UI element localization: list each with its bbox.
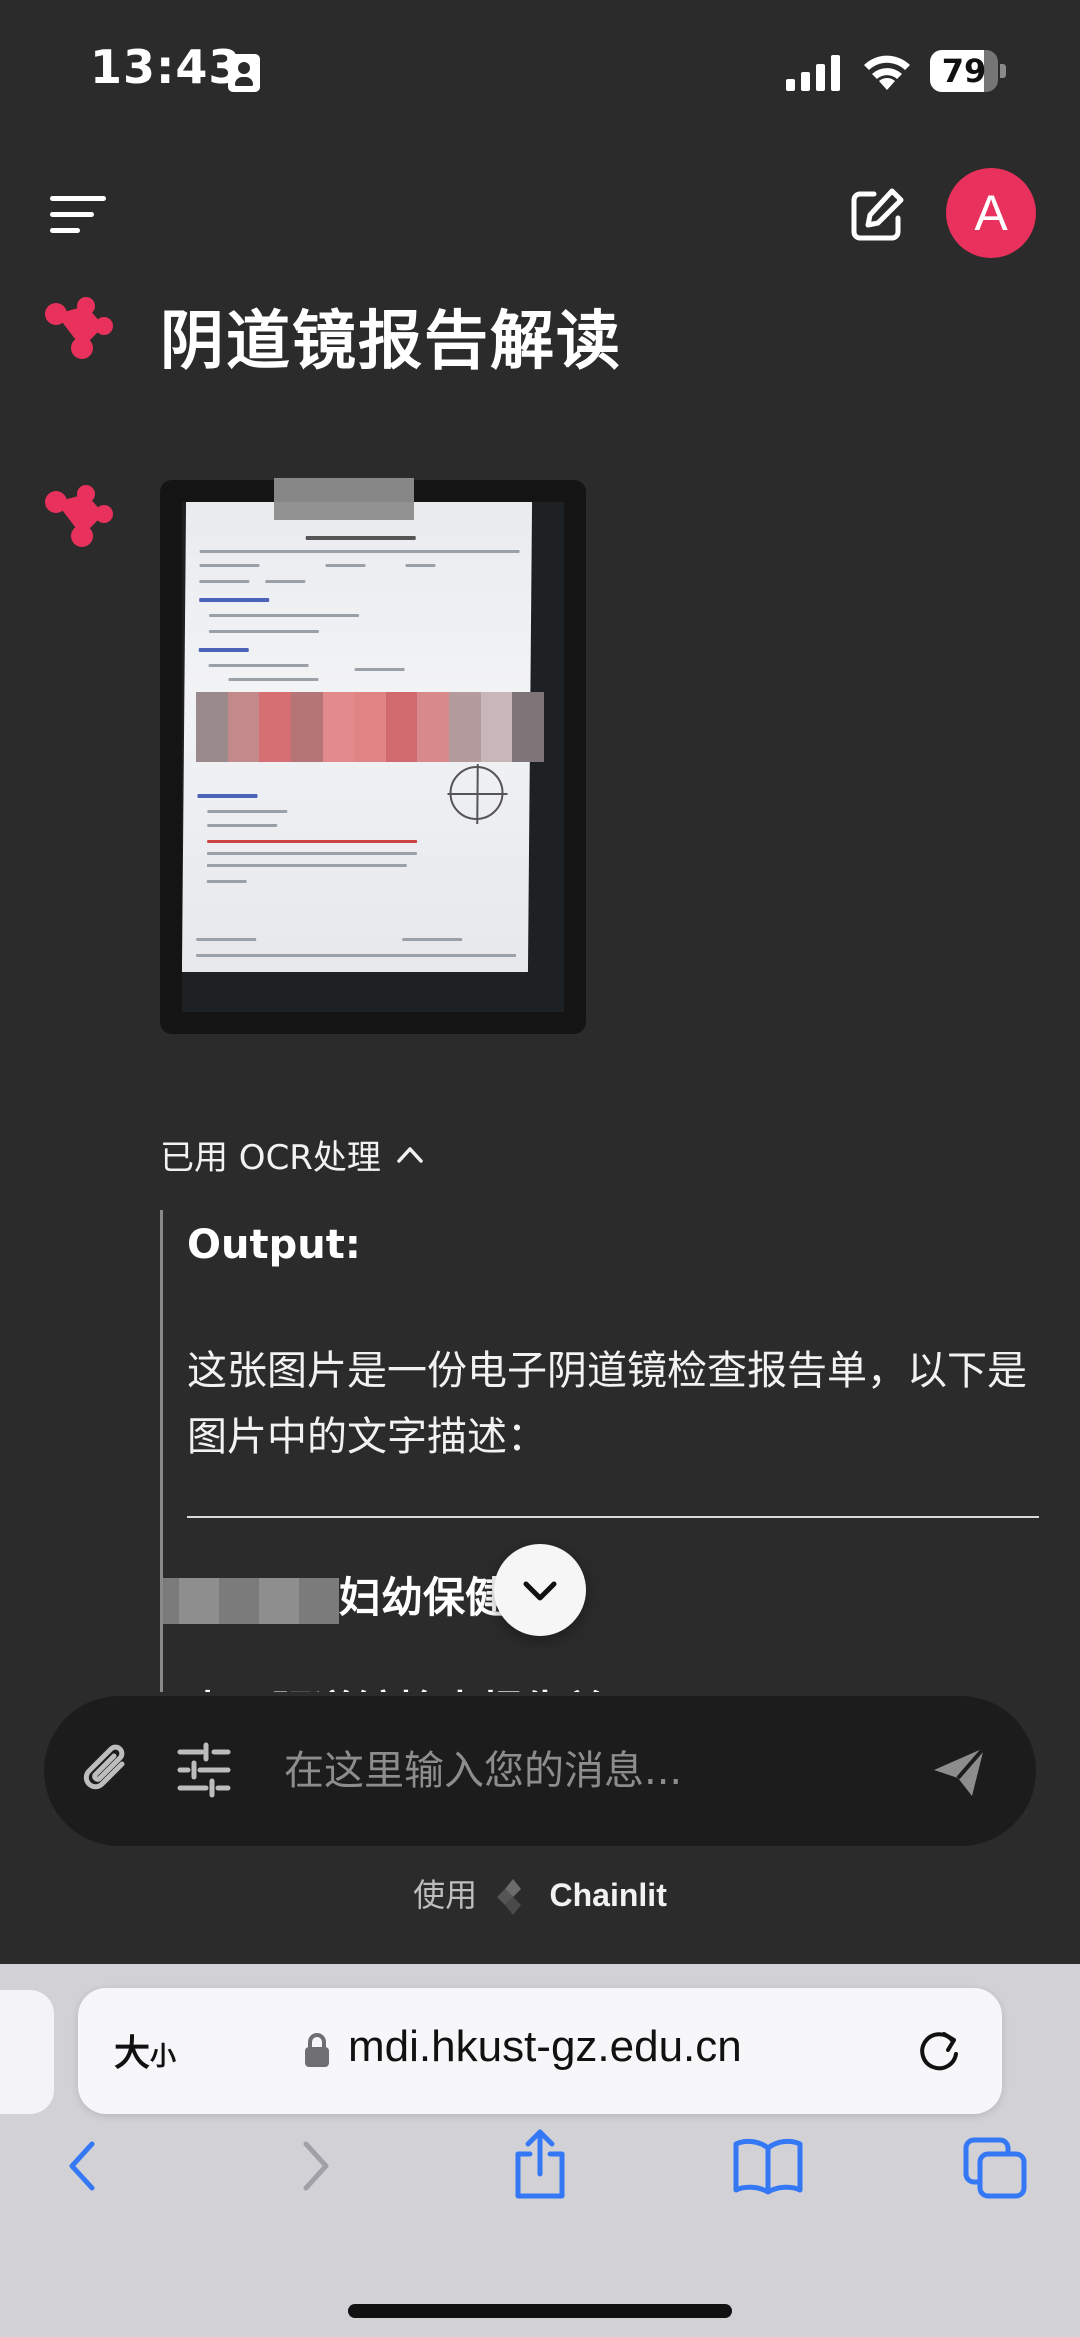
battery-icon: 79 bbox=[930, 50, 1006, 92]
ocr-step-toggle[interactable]: 已用 OCR处理 bbox=[160, 1130, 425, 1179]
chainlit-logo-icon bbox=[497, 1879, 522, 1915]
back-icon[interactable] bbox=[58, 2136, 108, 2196]
address-bar[interactable]: 大小 mdi.hkust-gz.edu.cn bbox=[78, 1988, 1002, 2114]
assistant-avatar-icon bbox=[45, 485, 113, 547]
status-bar: 13:43 79 bbox=[0, 0, 1080, 150]
wifi-icon bbox=[864, 55, 910, 90]
output-label: Output: bbox=[187, 1222, 361, 1268]
report-photo-content bbox=[181, 502, 564, 1012]
redacted-region-top bbox=[274, 478, 414, 520]
home-indicator[interactable] bbox=[348, 2304, 732, 2318]
new-chat-icon[interactable] bbox=[848, 186, 906, 244]
hospital-name: 妇幼保健 bbox=[163, 1564, 508, 1625]
chevron-down-icon bbox=[523, 1581, 557, 1601]
settings-sliders-icon[interactable] bbox=[176, 1742, 232, 1798]
report-heading: 电子阴道镜检查报告单 bbox=[187, 1678, 607, 1692]
redacted-text bbox=[163, 1577, 339, 1624]
footer-brand: Chainlit bbox=[549, 1877, 667, 1913]
contact-card-icon bbox=[228, 54, 260, 92]
divider bbox=[187, 1516, 1039, 1518]
bookmarks-icon[interactable] bbox=[732, 2136, 804, 2196]
forward-icon[interactable] bbox=[290, 2136, 340, 2196]
thread-title: 阴道镜报告解读 bbox=[160, 305, 622, 379]
assistant-logo-icon bbox=[45, 297, 113, 359]
send-icon[interactable] bbox=[928, 1740, 990, 1802]
url-text: mdi.hkust-gz.edu.cn bbox=[348, 2022, 742, 2071]
chevron-up-icon bbox=[397, 1146, 423, 1163]
message-composer bbox=[44, 1696, 1036, 1846]
browser-nav-row bbox=[0, 2129, 1080, 2236]
status-time: 13:43 bbox=[90, 40, 242, 94]
previous-tab-preview[interactable] bbox=[0, 1990, 54, 2114]
tabs-icon[interactable] bbox=[962, 2136, 1028, 2200]
footer-prefix: 使用 bbox=[413, 1876, 478, 1914]
cellular-signal-icon bbox=[786, 55, 840, 91]
scroll-down-button[interactable] bbox=[494, 1544, 586, 1636]
powered-by-footer[interactable]: 使用 Chainlit bbox=[0, 1870, 1080, 1919]
redacted-region bbox=[196, 692, 545, 762]
output-description: 这张图片是一份电子阴道镜检查报告单，以下是图片中的文字描述： bbox=[187, 1348, 1027, 1460]
reload-icon[interactable] bbox=[914, 2026, 964, 2076]
battery-level: 79 bbox=[941, 52, 987, 90]
text-size-button[interactable]: 大小 bbox=[114, 2024, 176, 2076]
menu-icon[interactable] bbox=[50, 196, 106, 236]
browser-toolbar: 大小 mdi.hkust-gz.edu.cn bbox=[0, 1964, 1080, 2337]
report-photo[interactable] bbox=[160, 480, 586, 1034]
ocr-step-output: Output: 这张图片是一份电子阴道镜检查报告单，以下是图片中的文字描述： 妇… bbox=[160, 1210, 1040, 1692]
message-input[interactable] bbox=[284, 1736, 924, 1806]
ocr-step-label: 已用 OCR处理 bbox=[160, 1138, 381, 1178]
hospital-name-visible: 妇幼保健 bbox=[339, 1573, 508, 1622]
user-avatar[interactable]: A bbox=[946, 168, 1036, 258]
lock-icon bbox=[305, 2033, 329, 2067]
share-icon[interactable] bbox=[508, 2128, 572, 2200]
paperclip-icon[interactable] bbox=[78, 1740, 138, 1800]
